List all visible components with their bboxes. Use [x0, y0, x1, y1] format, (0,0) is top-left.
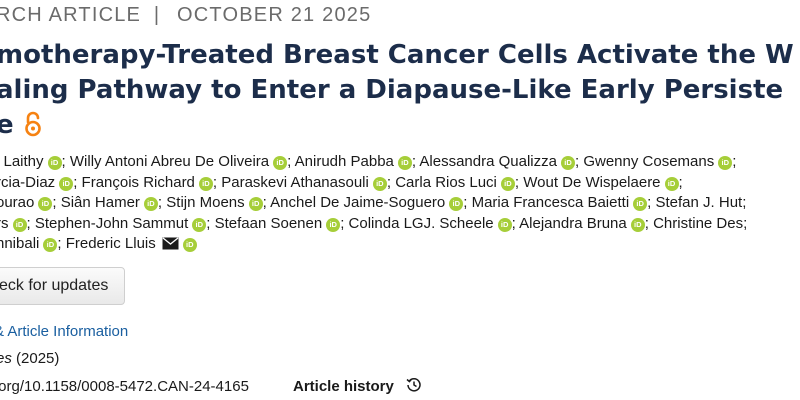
author-separator: ; — [678, 173, 683, 191]
orcid-icon[interactable]: iD — [497, 217, 512, 232]
check-for-updates-button[interactable]: eck for updates — [0, 267, 125, 305]
orcid-icon[interactable]: iD — [248, 197, 263, 211]
author-row: rsiD; Stephen-John SammutiD; Stefaan Soe… — [0, 214, 800, 235]
author-name[interactable]: Gwenny Cosemans — [583, 153, 714, 170]
author-separator: ; — [743, 214, 748, 232]
author-name[interactable]: ourao — [0, 194, 34, 211]
author-separator: ; — [287, 153, 295, 170]
author-separator: ; — [463, 194, 472, 211]
author-name[interactable]: Frederic Lluis — [66, 235, 156, 252]
author-name[interactable]: nnibali — [0, 235, 39, 252]
orcid-icon[interactable]: iD — [664, 176, 679, 191]
journal-name: es — [0, 350, 12, 367]
orcid-icon[interactable]: iD — [273, 156, 288, 170]
author-row: rcia-Diaz iD; François Richard iD; Paraske… — [0, 173, 800, 194]
author-separator: ; — [732, 153, 737, 170]
author-name[interactable]: Anchel De Jaime-Soguero — [270, 194, 445, 211]
author-name[interactable]: Maria Francesca Baietti — [472, 194, 630, 211]
orcid-icon[interactable]: iD — [38, 197, 53, 211]
journal-citation: es (2025) — [0, 350, 59, 367]
orcid-icon[interactable]: iD — [326, 217, 341, 232]
orcid-icon[interactable]: iD — [560, 156, 575, 170]
history-clock-icon — [406, 377, 422, 397]
orcid-icon[interactable]: iD — [633, 197, 648, 211]
title-line: motherapy-Treated Breast Cancer Cells Ac… — [0, 40, 794, 70]
orcid-icon[interactable]: iD — [47, 156, 62, 170]
orcid-icon[interactable]: iD — [143, 197, 158, 211]
title-line-text: e — [0, 110, 14, 140]
author-name[interactable]: Christine Des — [653, 215, 743, 232]
orcid-icon[interactable]: iD — [449, 197, 464, 211]
author-list: l Laithy iD; Willy Antoni Abreu De Olivei… — [0, 152, 800, 255]
author-separator: ; — [644, 214, 654, 232]
author-separator: ; — [514, 173, 524, 191]
orcid-icon[interactable]: iD — [718, 156, 733, 170]
author-name[interactable]: Colinda LGJ. Scheele — [349, 215, 494, 232]
orcid-icon[interactable]: iD — [630, 217, 645, 232]
author-separator: ; — [340, 214, 349, 232]
orcid-icon[interactable]: iD — [12, 217, 27, 232]
author-separator: ; — [61, 153, 70, 170]
orcid-icon[interactable]: iD — [372, 176, 387, 191]
author-row: nnibali iD; Frederic Lluis iD — [0, 234, 800, 255]
article-title: motherapy-Treated Breast Cancer Cells Ac… — [0, 38, 800, 143]
eyebrow-separator: | — [153, 4, 161, 26]
author-name[interactable]: Stefan J. Hut — [656, 194, 743, 211]
orcid-icon[interactable]: iD — [182, 238, 197, 252]
author-separator: ; — [206, 214, 215, 232]
author-separator: ; — [26, 214, 35, 232]
orcid-icon[interactable]: iD — [198, 176, 213, 191]
article-history-label: Article history — [293, 378, 394, 395]
author-name[interactable]: Wout De Wispelaere — [523, 174, 660, 191]
author-name[interactable]: Carla Rios Luci — [395, 174, 497, 191]
author-name[interactable]: Paraskevi Athanasouli — [221, 174, 369, 191]
author-name[interactable]: Siân Hamer — [61, 194, 140, 211]
article-history-toggle[interactable]: Article history — [293, 377, 422, 397]
open-access-lock-icon[interactable] — [24, 111, 42, 147]
orcid-icon[interactable]: iD — [192, 217, 207, 232]
author-name[interactable]: rcia-Diaz — [0, 174, 55, 191]
author-separator: ; — [52, 194, 61, 211]
orcid-icon[interactable]: iD — [59, 176, 74, 191]
author-name[interactable]: Alejandra Bruna — [519, 215, 627, 232]
orcid-icon[interactable]: iD — [397, 156, 412, 170]
title-line: e — [0, 108, 800, 143]
author-name[interactable]: Willy Antoni Abreu De Oliveira — [70, 153, 269, 170]
author-row: l Laithy iD; Willy Antoni Abreu De Olivei… — [0, 152, 800, 173]
author-separator: ; — [57, 235, 66, 252]
title-line: aling Pathway to Enter a Diapause-Like E… — [0, 75, 784, 105]
author-name[interactable]: l Laithy — [0, 153, 44, 170]
article-date: OCTOBER 21 2025 — [177, 4, 372, 26]
author-name[interactable]: rs — [0, 215, 9, 232]
author-name[interactable]: Stijn Moens — [166, 194, 244, 211]
author-name[interactable]: François Richard — [82, 174, 195, 191]
author-separator: ; — [742, 194, 747, 211]
orcid-icon[interactable]: iD — [500, 176, 515, 191]
author-name[interactable]: Stefaan Soenen — [215, 215, 323, 232]
doi-link[interactable]: .org/10.1158/0008-5472.CAN-24-4165 — [0, 378, 249, 395]
journal-year: (2025) — [16, 350, 60, 367]
author-article-information-link[interactable]: & Article Information — [0, 323, 128, 340]
author-separator: ; — [212, 173, 222, 191]
author-separator: ; — [386, 173, 396, 191]
author-separator: ; — [73, 173, 82, 191]
orcid-icon[interactable]: iD — [43, 238, 58, 252]
article-category: RCH ARTICLE — [0, 4, 142, 26]
article-eyebrow: RCH ARTICLE | OCTOBER 21 2025 — [0, 4, 371, 27]
author-name[interactable]: Anirudh Pabba — [295, 153, 394, 170]
author-separator: ; — [157, 194, 167, 211]
author-separator: ; — [647, 194, 656, 211]
author-name[interactable]: Stephen-John Sammut — [35, 215, 188, 232]
mail-icon[interactable] — [162, 236, 179, 257]
author-row: ourao iD; Siân Hamer iD; Stijn Moens iD; An… — [0, 193, 800, 214]
author-name[interactable]: Alessandra Qualizza — [419, 153, 557, 170]
